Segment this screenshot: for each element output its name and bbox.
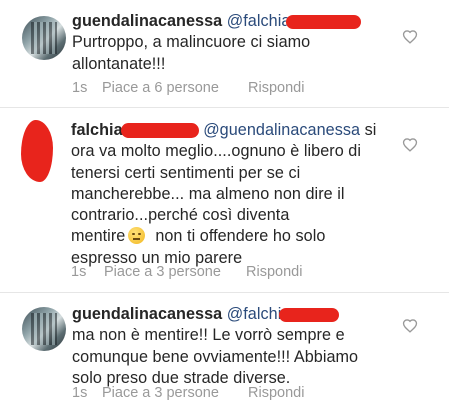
comment-line: si: [364, 121, 377, 139]
timestamp: 1s: [72, 385, 88, 401]
likes-count[interactable]: Piace a 3 persone: [102, 385, 248, 401]
comment-line: Purtroppo, a malincuore ci siamo: [72, 33, 311, 52]
comment-meta: 1s Piace a 3 persone Rispondi: [71, 264, 302, 280]
comment-text: guendalinacanessa @falchia Purtroppo, a …: [72, 11, 362, 75]
comment-line: contrario...perché così diventa: [71, 206, 290, 225]
avatar[interactable]: [22, 16, 66, 60]
comment-line: tenersi certi sentimenti per se ci: [71, 163, 301, 182]
comment-meta: 1s Piace a 3 persone Rispondi: [72, 385, 304, 401]
comment-line: mancherebbe... ma almeno non dire il: [71, 184, 345, 203]
mention-link[interactable]: @falchi: [227, 305, 282, 323]
redaction-mark: [120, 123, 199, 139]
avatar[interactable]: [21, 120, 53, 182]
comment-2: falchia @guendalinacanessa si ora va mol…: [0, 108, 449, 293]
comment-1: guendalinacanessa @falchia Purtroppo, a …: [0, 0, 449, 110]
comment-line: mentire: [71, 227, 126, 246]
avatar[interactable]: [22, 307, 66, 351]
comment-3: guendalinacanessa @falchi ma non è menti…: [0, 293, 449, 407]
redaction-mark: [279, 307, 340, 322]
username[interactable]: guendalinacanessa: [72, 305, 222, 323]
comment-line: comunque bene ovviamente!!! Abbiamo: [72, 347, 359, 366]
likes-count[interactable]: Piace a 3 persone: [104, 264, 246, 280]
heart-outline-icon[interactable]: [402, 318, 418, 333]
comment-text: guendalinacanessa @falchi ma non è menti…: [72, 304, 358, 389]
reply-button[interactable]: Rispondi: [248, 80, 304, 96]
timestamp: 1s: [71, 264, 87, 280]
comment-text: falchia @guendalinacanessa si ora va mol…: [71, 120, 376, 269]
username[interactable]: falchia: [71, 121, 123, 139]
reply-button[interactable]: Rispondi: [246, 264, 302, 280]
mention-link[interactable]: @guendalinacanessa: [203, 121, 360, 139]
mention-link[interactable]: @falchia: [227, 12, 291, 30]
comment-line: ma non è mentire!! Le vorrò sempre e: [72, 326, 345, 345]
heart-outline-icon[interactable]: [402, 137, 418, 152]
comment-line: non ti offendere ho solo: [155, 227, 326, 246]
reply-button[interactable]: Rispondi: [248, 385, 304, 401]
comment-line: ora va molto meglio....ognuno è libero d…: [71, 142, 361, 161]
redaction-mark: [286, 14, 362, 29]
username[interactable]: guendalinacanessa: [72, 12, 222, 30]
heart-outline-icon[interactable]: [402, 29, 418, 44]
likes-count[interactable]: Piace a 6 persone: [102, 80, 248, 96]
timestamp: 1s: [72, 80, 88, 96]
neutral-face-emoji: [128, 227, 146, 245]
comment-meta: 1s Piace a 6 persone Rispondi: [72, 80, 304, 96]
comment-line: allontanate!!!: [72, 54, 166, 73]
